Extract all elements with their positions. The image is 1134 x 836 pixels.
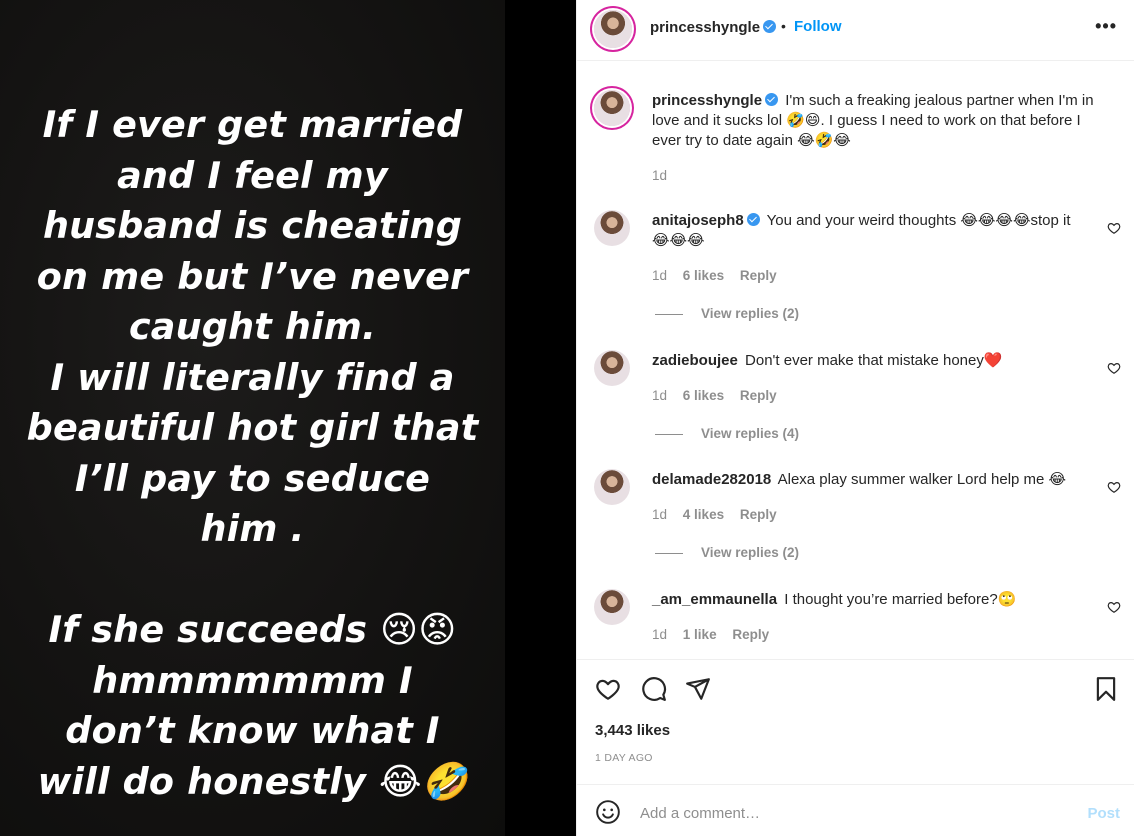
comment-meta: 1d 1 like Reply (652, 627, 781, 642)
post-button[interactable]: Post (1087, 805, 1120, 822)
verified-icon (763, 20, 777, 33)
comment-like-heart-icon[interactable] (1107, 361, 1121, 375)
story-line: on me but I’ve never (36, 254, 469, 298)
follow-button[interactable]: Follow (794, 18, 842, 35)
reply-button[interactable]: Reply (732, 627, 769, 642)
caption-time[interactable]: 1d (652, 168, 667, 183)
story-line: beautiful hot girl that (26, 406, 479, 449)
commenter-avatar[interactable] (594, 589, 630, 625)
comment-username[interactable]: _am_emmaunella (652, 591, 777, 608)
more-options-icon[interactable]: ••• (1095, 16, 1117, 37)
story-line: If I ever get married (42, 103, 463, 146)
story-line-blank (0, 555, 505, 606)
reply-button[interactable]: Reply (740, 507, 777, 522)
commenter-avatar[interactable] (594, 350, 630, 386)
post-actions: 3,443 likes 1 DAY AGO (577, 659, 1134, 783)
story-line: caught him. (128, 305, 377, 348)
comment-like-heart-icon[interactable] (1107, 480, 1121, 494)
comment-body: Don't ever make that mistake honey❤️ (745, 352, 1003, 369)
separator-dot: • (781, 18, 786, 34)
view-replies-button[interactable]: View replies (4) (655, 426, 799, 441)
view-replies-button[interactable]: View replies (2) (655, 306, 799, 321)
comment-likes[interactable]: 6 likes (683, 388, 724, 403)
comment-like-heart-icon[interactable] (1107, 221, 1121, 235)
verified-icon (765, 93, 779, 106)
emoji-icon[interactable] (595, 799, 621, 825)
story-line: don’t know what I (65, 709, 440, 752)
comment-likes[interactable]: 6 likes (683, 268, 724, 283)
comment-username[interactable]: delamade282018 (652, 471, 771, 488)
comment-username-text[interactable]: anitajoseph8 (652, 212, 744, 229)
comment-like-heart-icon[interactable] (1107, 600, 1121, 614)
story-line: him . (200, 507, 305, 550)
post-time[interactable]: 1 DAY AGO (595, 752, 653, 764)
comments-list[interactable]: princesshyngle I'm such a freaking jealo… (577, 62, 1134, 658)
post-header: princesshyngle • Follow ••• (577, 0, 1134, 61)
media-letterbox (505, 0, 576, 836)
comment-likes[interactable]: 1 like (683, 627, 717, 642)
story-line: I will literally find a (50, 355, 455, 399)
author-username[interactable]: princesshyngle (650, 19, 777, 36)
comment-icon[interactable] (641, 676, 667, 702)
author-username-text[interactable]: princesshyngle (650, 19, 760, 36)
story-line: husband is cheating (42, 204, 463, 247)
heart-icon[interactable] (595, 676, 621, 702)
comment-body: I thought you’re married before?🙄 (784, 591, 1017, 608)
comment-item: delamade282018 Alexa play summer walker … (577, 467, 1134, 567)
reply-button[interactable]: Reply (740, 268, 777, 283)
comment-text: anitajoseph8 You and your weird thoughts… (652, 211, 1082, 251)
comment-item: anitajoseph8 You and your weird thoughts… (577, 208, 1134, 328)
share-icon[interactable] (685, 676, 711, 702)
comment-text: _am_emmaunella I thought you’re married … (652, 590, 1082, 610)
verified-icon (746, 213, 760, 226)
comment-text: zadieboujee Don't ever make that mistake… (652, 351, 1082, 371)
comment-time[interactable]: 1d (652, 388, 667, 403)
comment-meta: 1d 6 likes Reply (652, 268, 789, 283)
comment-time[interactable]: 1d (652, 627, 667, 642)
caption-meta: 1d (652, 168, 679, 183)
comment-username[interactable]: zadieboujee (652, 352, 738, 369)
author-avatar[interactable] (594, 90, 630, 126)
comment-body: Alexa play summer walker Lord help me 😂 (777, 471, 1067, 488)
comment-text: delamade282018 Alexa play summer walker … (652, 470, 1082, 490)
comment-username[interactable]: anitajoseph8 (652, 212, 760, 229)
story-line: hmmmmmmm I (92, 658, 413, 702)
reply-button[interactable]: Reply (740, 388, 777, 403)
view-replies-button[interactable]: View replies (2) (655, 545, 799, 560)
caption-text: princesshyngle I'm such a freaking jealo… (652, 91, 1112, 151)
comment-likes[interactable]: 4 likes (683, 507, 724, 522)
comment-item: _am_emmaunella I thought you’re married … (577, 587, 1134, 657)
likes-count[interactable]: 3,443 likes (595, 722, 670, 739)
commenter-avatar[interactable] (594, 469, 630, 505)
caption-username-text[interactable]: princesshyngle (652, 92, 762, 109)
story-text: If I ever get married and I feel my husb… (0, 100, 505, 807)
story-line: will do honestly 😂🤣 (37, 759, 468, 803)
story-line: and I feel my (117, 153, 388, 197)
comment-meta: 1d 4 likes Reply (652, 507, 789, 522)
post-image[interactable]: If I ever get married and I feel my husb… (0, 0, 505, 836)
comment-input[interactable]: Add a comment… (640, 805, 760, 822)
caption-username[interactable]: princesshyngle (652, 92, 779, 109)
bookmark-icon[interactable] (1093, 676, 1119, 702)
caption: princesshyngle I'm such a freaking jealo… (577, 88, 1134, 188)
comment-time[interactable]: 1d (652, 268, 667, 283)
add-comment-bar: Add a comment… Post (577, 784, 1134, 836)
comment-time[interactable]: 1d (652, 507, 667, 522)
commenter-avatar[interactable] (594, 210, 630, 246)
post-sidebar: princesshyngle • Follow ••• princesshyng… (576, 0, 1134, 836)
author-avatar[interactable] (594, 10, 632, 48)
story-line: I’ll pay to seduce (74, 456, 431, 500)
comment-item: zadieboujee Don't ever make that mistake… (577, 348, 1134, 448)
comment-meta: 1d 6 likes Reply (652, 388, 789, 403)
story-line: If she succeeds 😢😡 (48, 608, 457, 651)
